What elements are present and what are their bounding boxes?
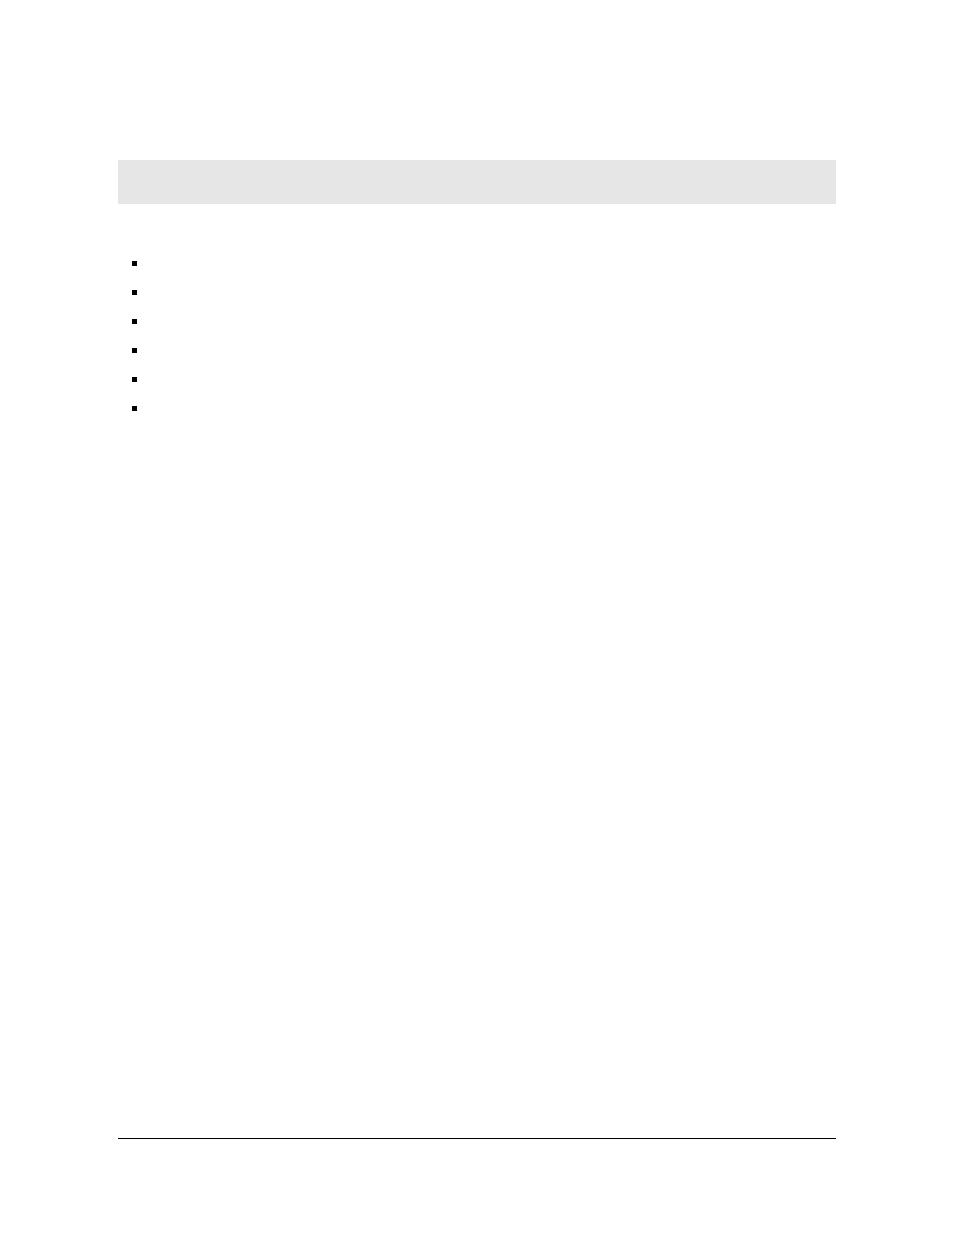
- list-item: [132, 337, 836, 366]
- list-item: [132, 395, 836, 424]
- list-item: [132, 279, 836, 308]
- footer-rule: [118, 1138, 836, 1139]
- document-page: [0, 0, 954, 1235]
- section-banner: [118, 160, 836, 204]
- list-item: [132, 308, 836, 337]
- list-item: [132, 366, 836, 395]
- list-item: [132, 250, 836, 279]
- bullet-list: [132, 250, 836, 424]
